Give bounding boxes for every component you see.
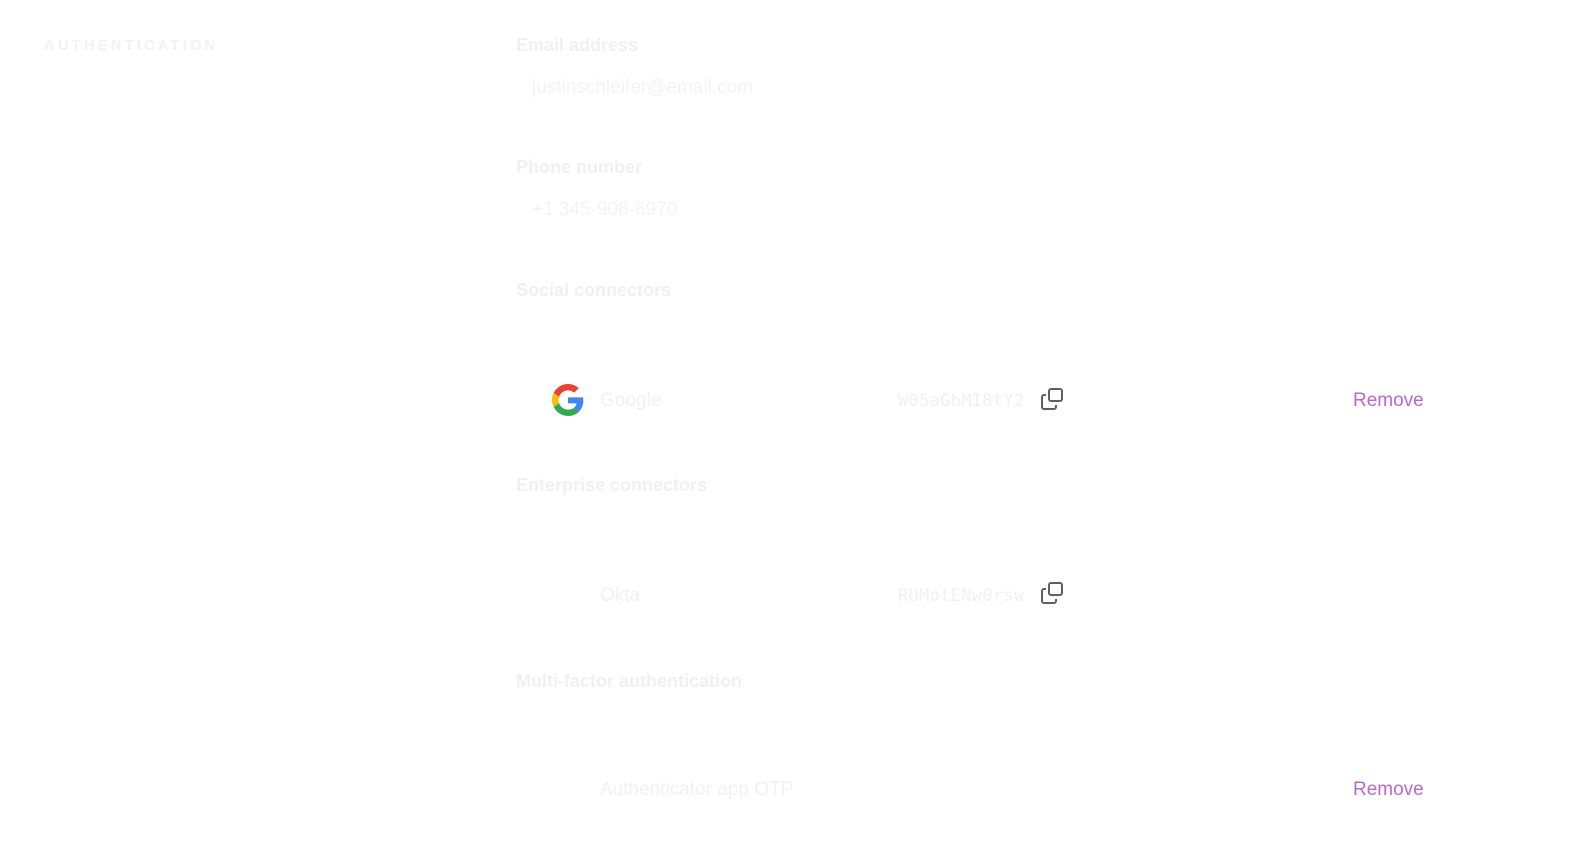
section-title: AUTHENTICATION [44, 37, 219, 54]
mfa-method-name: Authenticator app OTP [600, 779, 794, 800]
copy-icon[interactable] [1040, 580, 1066, 606]
phone-value: +1 345-908-8970 [532, 199, 678, 220]
phone-label: Phone number [516, 157, 643, 177]
authentication-settings-page: AUTHENTICATION Email address justinschle… [0, 0, 1576, 859]
email-label: Email address [516, 35, 639, 55]
enterprise-connector-name: Okta [600, 585, 641, 606]
social-connector-id: W05aGbMI8tY2 [898, 391, 1025, 411]
social-connectors-label: Social connectors [516, 280, 672, 300]
copy-icon[interactable] [1040, 386, 1066, 412]
social-connector-name: Google [600, 390, 662, 411]
email-value: justinschleifer@email.com [532, 77, 753, 98]
mfa-label: Multi-factor authentication [516, 671, 742, 691]
remove-mfa-button[interactable]: Remove [1353, 779, 1424, 801]
enterprise-connector-id: RUMotENw0rsw [898, 586, 1025, 606]
enterprise-connectors-label: Enterprise connectors [516, 475, 708, 495]
google-icon [552, 384, 584, 416]
remove-google-button[interactable]: Remove [1353, 390, 1424, 412]
